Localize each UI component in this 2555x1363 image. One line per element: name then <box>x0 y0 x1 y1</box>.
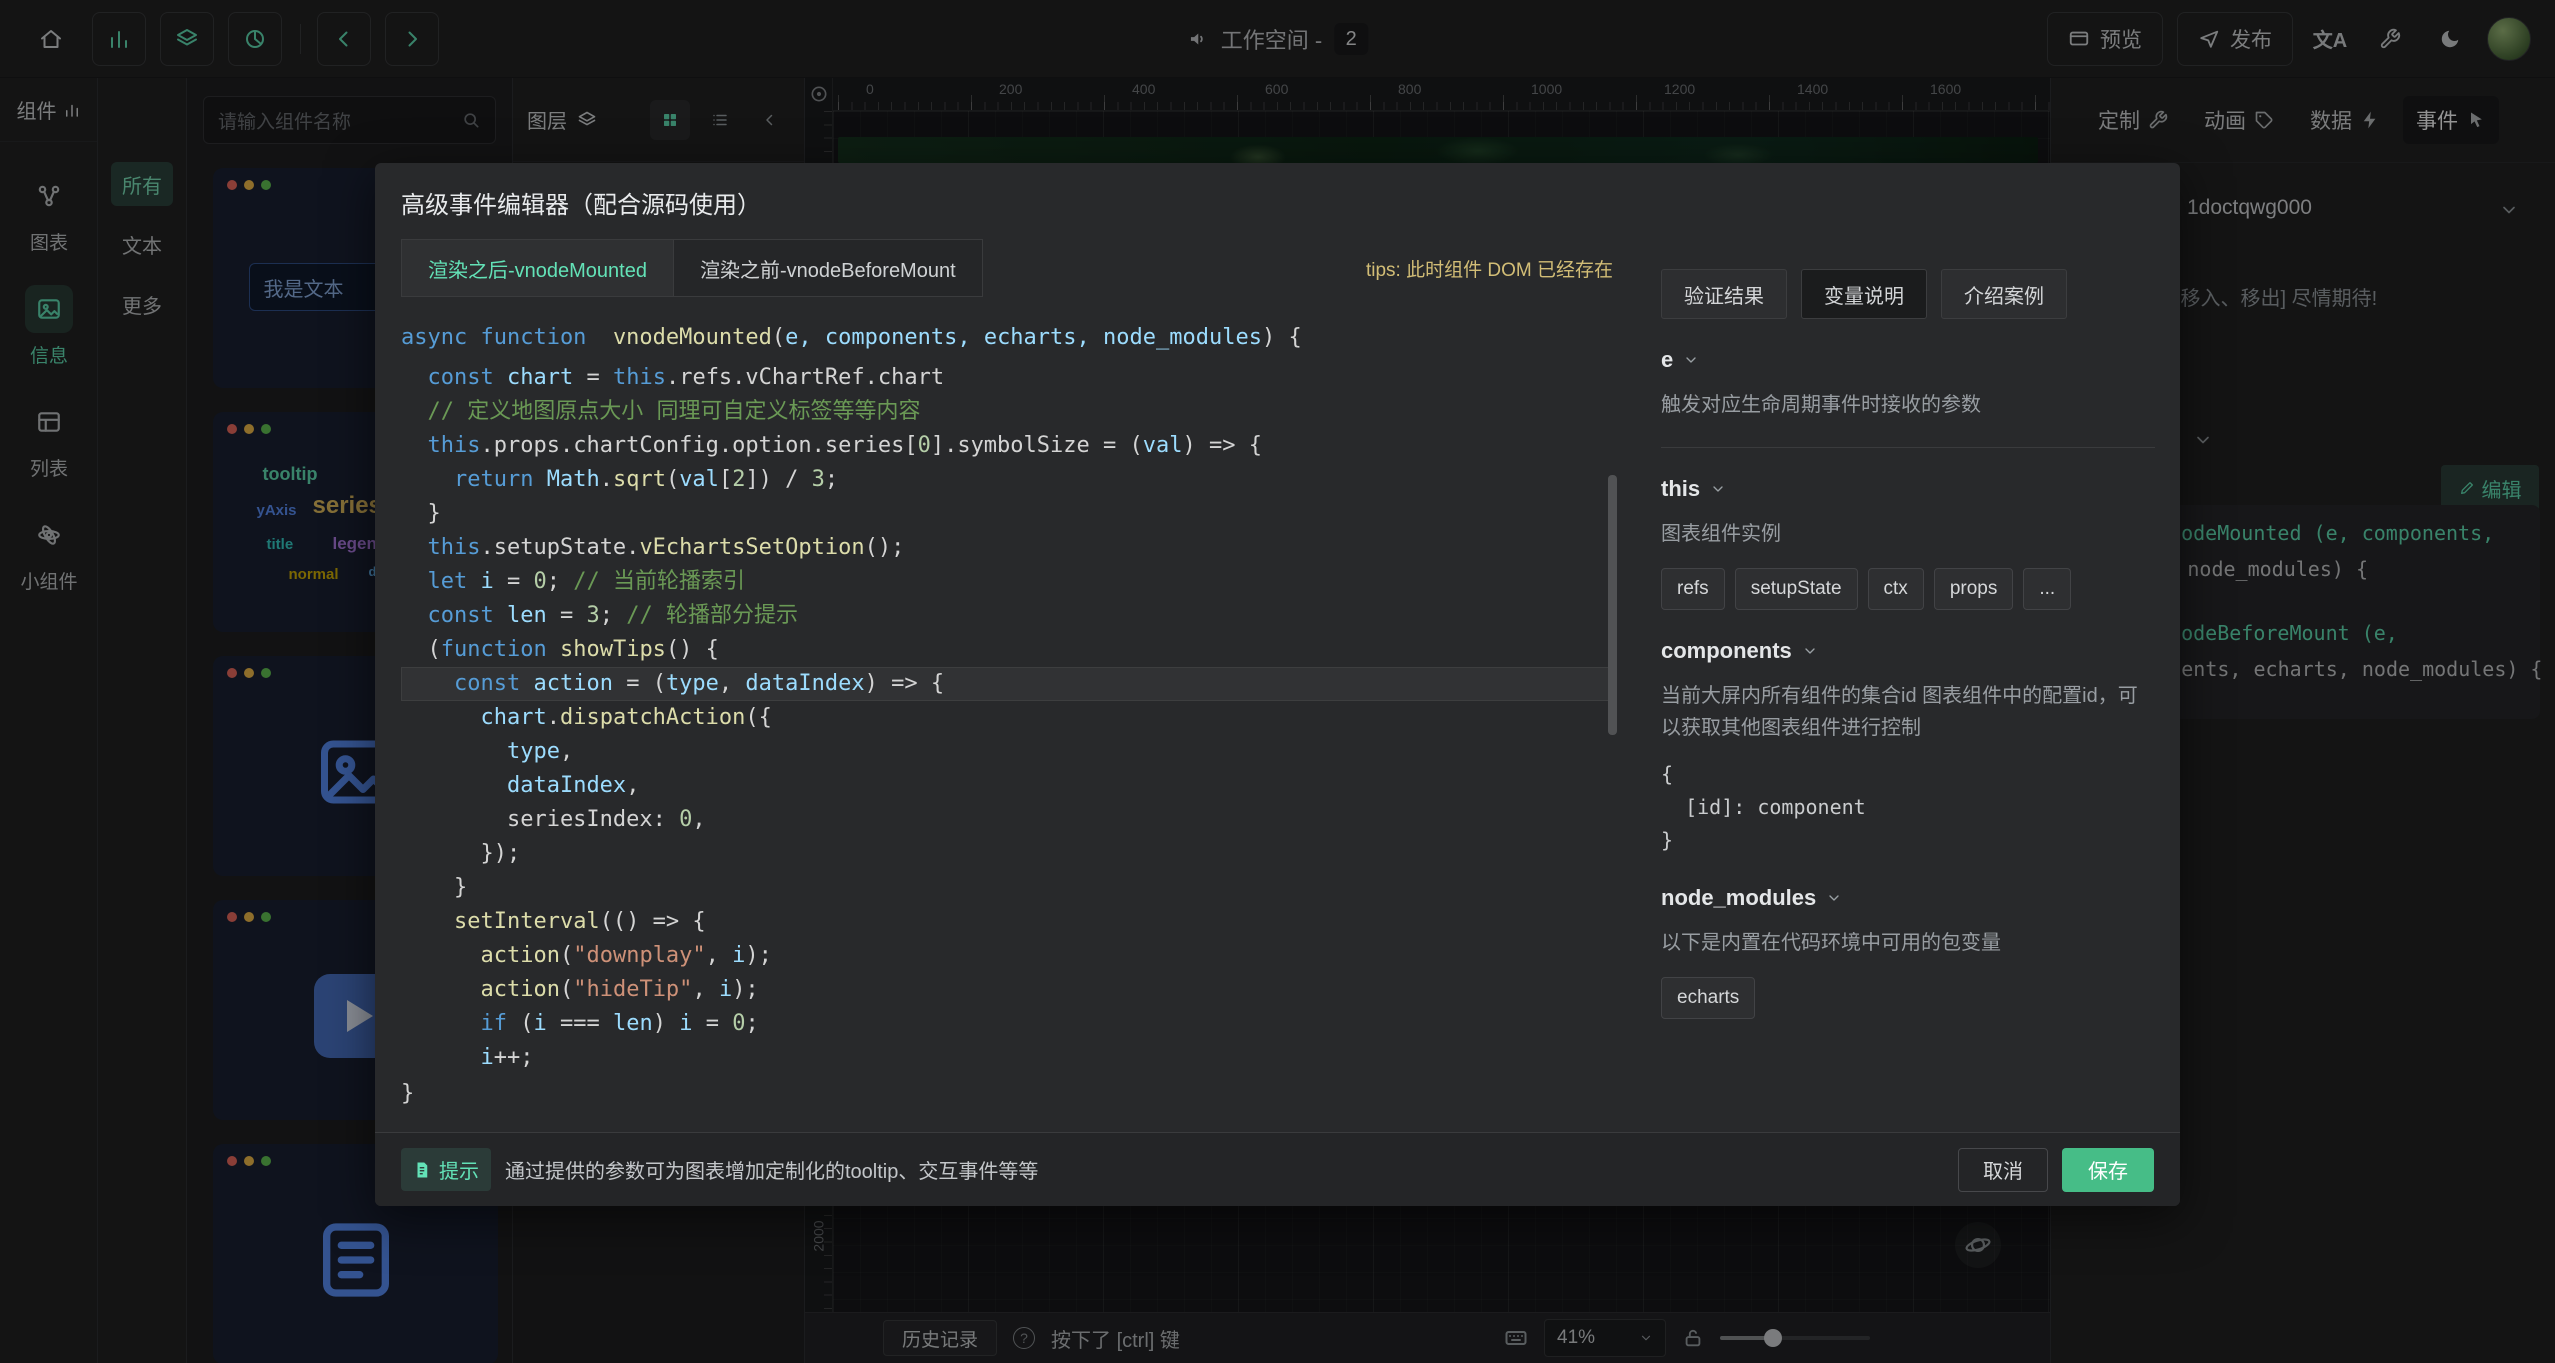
tip-text: 通过提供的参数可为图表增加定制化的tooltip、交互事件等等 <box>505 1155 1038 1184</box>
section-node-modules-desc: 以下是内置在代码环境中可用的包变量 <box>1661 927 2155 959</box>
document-icon <box>413 1161 431 1179</box>
chip-props: props <box>1934 568 2014 610</box>
chevron-down-icon <box>1683 352 1699 368</box>
chevron-down-icon <box>1802 643 1818 659</box>
code-line: seriesIndex: 0, <box>401 803 1617 837</box>
code-line: this.props.chartConfig.option.series[0].… <box>401 429 1617 463</box>
section-components-desc: 当前大屏内所有组件的集合id 图表组件中的配置id，可以获取其他图表组件进行控制 <box>1661 680 2155 744</box>
modal-code-column: 渲染之后-vnodeMounted 渲染之前-vnodeBeforeMount … <box>401 239 1617 1106</box>
code-line: action("highlight", i); <box>401 1075 1617 1077</box>
cancel-button[interactable]: 取消 <box>1958 1148 2048 1192</box>
editor-scrollbar[interactable] <box>1608 475 1617 735</box>
section-this-desc: 图表组件实例 <box>1661 518 2155 550</box>
section-this-header[interactable]: this <box>1661 476 2155 502</box>
code-line: const len = 3; // 轮播部分提示 <box>401 599 1617 633</box>
tab-vnode-before-mount[interactable]: 渲染之前-vnodeBeforeMount <box>673 239 983 297</box>
code-line: chart.dispatchAction({ <box>401 701 1617 735</box>
this-property-chips: refs setupState ctx props ... <box>1661 568 2155 610</box>
code-line: }); <box>401 837 1617 871</box>
code-line: i++; <box>401 1041 1617 1075</box>
docs-tabs: 验证结果 变量说明 介绍案例 <box>1661 269 2155 319</box>
modal-footer: 提示 通过提供的参数可为图表增加定制化的tooltip、交互事件等等 取消 保存 <box>375 1132 2180 1206</box>
tips-text: tips: 此时组件 DOM 已经存在 <box>1366 255 1617 282</box>
modal-docs-column: 验证结果 变量说明 介绍案例 e 触发对应生命周期事件时接收的参数 this 图… <box>1661 239 2155 1116</box>
code-line: action("hideTip", i); <box>401 973 1617 1007</box>
section-node-modules-header[interactable]: node_modules <box>1661 885 2155 911</box>
code-line: if (i === len) i = 0; <box>401 1007 1617 1041</box>
code-header-line: async function vnodeMounted(e, component… <box>401 321 1617 355</box>
section-components-header[interactable]: components <box>1661 638 2155 664</box>
tip-label: 提示 <box>439 1155 479 1184</box>
code-line: // 定义地图原点大小 同理可自定义标签等等内容 <box>401 395 1617 429</box>
code-line: const chart = this.refs.vChartRef.chart <box>401 361 1617 395</box>
code-line: this.setupState.vEchartsSetOption(); <box>401 531 1617 565</box>
code-line: const action = (type, dataIndex) => { <box>401 667 1617 701</box>
chip-ctx: ctx <box>1868 568 1924 610</box>
tab-validation-result[interactable]: 验证结果 <box>1661 269 1787 319</box>
tab-intro-examples[interactable]: 介绍案例 <box>1941 269 2067 319</box>
section-name: node_modules <box>1661 885 1816 911</box>
section-divider <box>1661 447 2155 448</box>
tab-vnode-mounted[interactable]: 渲染之后-vnodeMounted <box>401 239 674 297</box>
code-line: (function showTips() { <box>401 633 1617 667</box>
code-line: action("downplay", i); <box>401 939 1617 973</box>
components-code-sample: { [id]: component } <box>1661 758 2155 857</box>
chevron-down-icon <box>1710 481 1726 497</box>
section-name: e <box>1661 347 1673 373</box>
advanced-event-editor-modal: 高级事件编辑器（配合源码使用） 渲染之后-vnodeMounted 渲染之前-v… <box>375 163 2180 1206</box>
code-lines: const chart = this.refs.vChartRef.chart … <box>401 361 1617 1077</box>
node-modules-chips: echarts <box>1661 977 2155 1019</box>
section-e-header[interactable]: e <box>1661 347 2155 373</box>
code-line: return Math.sqrt(val[2]) / 3; <box>401 463 1617 497</box>
chip-more: ... <box>2023 568 2071 610</box>
tab-variable-docs[interactable]: 变量说明 <box>1801 269 1927 319</box>
chip-echarts: echarts <box>1661 977 1755 1019</box>
save-button[interactable]: 保存 <box>2062 1148 2154 1192</box>
code-line: dataIndex, <box>401 769 1617 803</box>
section-e-desc: 触发对应生命周期事件时接收的参数 <box>1661 389 2155 421</box>
tip-chip: 提示 <box>401 1148 491 1191</box>
section-name: components <box>1661 638 1792 664</box>
code-line: } <box>401 871 1617 905</box>
chip-setupstate: setupState <box>1735 568 1858 610</box>
code-editor[interactable]: const chart = this.refs.vChartRef.chart … <box>401 361 1617 1077</box>
code-footer-brace: } <box>401 1081 1617 1106</box>
code-line: type, <box>401 735 1617 769</box>
code-line: let i = 0; // 当前轮播索引 <box>401 565 1617 599</box>
lifecycle-tabs: 渲染之后-vnodeMounted 渲染之前-vnodeBeforeMount … <box>401 239 1617 297</box>
chevron-down-icon <box>1826 890 1842 906</box>
code-line: } <box>401 497 1617 531</box>
code-line: setInterval(() => { <box>401 905 1617 939</box>
section-name: this <box>1661 476 1700 502</box>
chip-refs: refs <box>1661 568 1725 610</box>
modal-title: 高级事件编辑器（配合源码使用） <box>401 185 761 220</box>
